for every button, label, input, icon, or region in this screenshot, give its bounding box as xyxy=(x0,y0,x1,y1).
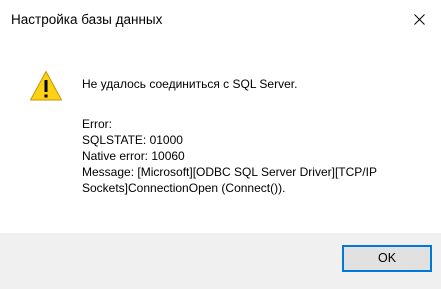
dialog-title: Настройка базы данных xyxy=(11,12,163,27)
dialog-footer: OK xyxy=(0,233,441,289)
main-message: Не удалось соединиться с SQL Server. xyxy=(82,77,298,91)
message-area: Не удалось соединиться с SQL Server. Err… xyxy=(82,77,432,196)
close-icon xyxy=(414,14,425,25)
warning-icon xyxy=(30,71,62,101)
title-bar: Настройка базы данных xyxy=(0,0,441,40)
error-label: Error: xyxy=(82,117,112,131)
close-button[interactable] xyxy=(397,0,441,40)
error-dialog: Настройка базы данных Не удалось соедини… xyxy=(0,0,441,289)
sqlstate-text: SQLSTATE: 01000 xyxy=(82,133,183,147)
ok-button[interactable]: OK xyxy=(342,245,432,272)
error-details: Error: SQLSTATE: 01000 Native error: 100… xyxy=(82,116,432,196)
error-message-text: Message: [Microsoft][ODBC SQL Server Dri… xyxy=(82,165,377,195)
native-error-text: Native error: 10060 xyxy=(82,149,185,163)
